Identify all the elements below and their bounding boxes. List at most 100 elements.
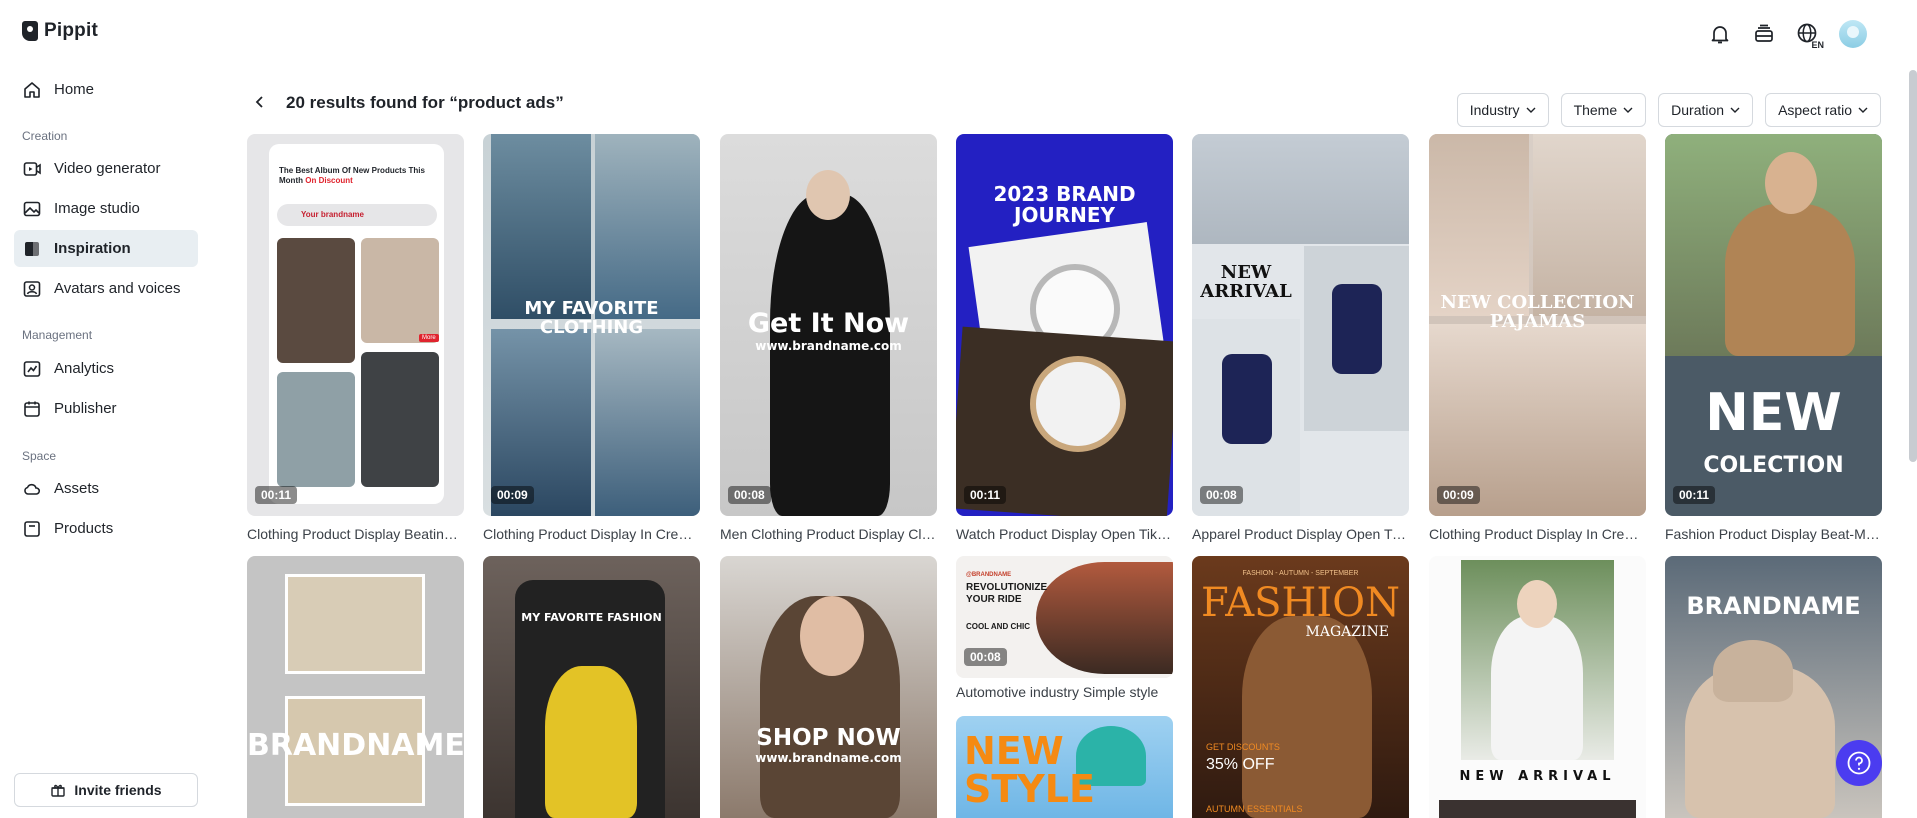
- thumbnail-headline: SHOP NOW: [756, 725, 901, 751]
- thumbnail-headline: NEW ARRIVAL: [1459, 769, 1616, 784]
- vertical-scrollbar[interactable]: [1909, 70, 1917, 462]
- template-thumbnail[interactable]: MY FAVORITE FASHION: [483, 556, 700, 818]
- photo-panel: [595, 134, 700, 319]
- sidebar-item-label: Image studio: [54, 200, 140, 217]
- template-thumbnail[interactable]: 2023 BRAND JOURNEY 00:11: [956, 134, 1173, 516]
- thumbnail-top-caption: FASHION - AUTUMN - SEPTEMBER: [1242, 570, 1359, 577]
- help-icon: [1847, 751, 1871, 775]
- analytics-icon: [23, 360, 41, 377]
- language-label: EN: [1811, 40, 1824, 50]
- sidebar-item-label: Avatars and voices: [54, 280, 181, 297]
- avatar-voice-icon: [23, 280, 41, 297]
- duration-badge: 00:11: [255, 486, 298, 504]
- photo-strip: [1439, 800, 1636, 818]
- filter-bar: Industry Theme Duration Aspect ratio: [1456, 93, 1881, 127]
- sidebar-item-video-generator[interactable]: Video generator: [14, 150, 198, 187]
- template-thumbnail[interactable]: The Best Album Of New Products This Mont…: [247, 134, 464, 516]
- sidebar-item-home[interactable]: Home: [14, 71, 198, 108]
- sidebar-item-label: Products: [54, 520, 114, 537]
- thumbnail-subheadline: COLECTION: [1703, 453, 1844, 478]
- photo-panel: [1533, 134, 1646, 316]
- beanie-image: [1713, 640, 1793, 702]
- model-figure: [545, 666, 637, 818]
- back-button[interactable]: [250, 92, 270, 112]
- mockup-heading: The Best Album Of New Products This Mont…: [279, 166, 425, 185]
- thumbnail-headline: NEW ARRIVAL: [1200, 262, 1292, 302]
- filter-industry[interactable]: Industry: [1456, 93, 1549, 127]
- filter-theme[interactable]: Theme: [1560, 93, 1647, 127]
- sidebar-item-analytics[interactable]: Analytics: [14, 350, 198, 387]
- section-label-space: Space: [22, 449, 57, 463]
- thumbnail-headline: MY FAVORITE FASHION: [521, 611, 662, 624]
- mockup-photo: [361, 238, 439, 343]
- photo-panel: [491, 134, 591, 319]
- notification-button[interactable]: [1707, 21, 1733, 47]
- thumbnail-footer: AUTUMN ESSENTIALS: [1206, 804, 1303, 814]
- filter-duration[interactable]: Duration: [1658, 93, 1754, 127]
- more-badge: More: [419, 334, 439, 342]
- thumbnail-headline: NEW: [1705, 383, 1842, 443]
- chevron-down-icon: [1858, 107, 1868, 113]
- template-thumbnail[interactable]: Get It Now www.brandname.com 00:08: [720, 134, 937, 516]
- calendar-icon: [24, 401, 40, 417]
- sidebar-item-assets[interactable]: Assets: [14, 470, 198, 507]
- template-thumbnail[interactable]: MY FAVORITE CLOTHING 00:09: [483, 134, 700, 516]
- language-button[interactable]: EN: [1795, 21, 1824, 50]
- sidebar-item-label: Inspiration: [54, 240, 131, 257]
- tshirt-image: [1222, 354, 1272, 444]
- brand-tag: @BRANDNAME: [966, 572, 1012, 578]
- sidebar-item-label: Publisher: [54, 400, 117, 417]
- template-thumbnail[interactable]: FASHION - AUTUMN - SEPTEMBER FASHION MAG…: [1192, 556, 1409, 818]
- model-figure: [770, 194, 890, 516]
- thumbnail-url: www.brandname.com: [755, 751, 902, 765]
- cloud-icon: [24, 483, 41, 495]
- filter-aspect-ratio[interactable]: Aspect ratio: [1765, 93, 1881, 127]
- invite-friends-label: Invite friends: [74, 782, 162, 798]
- sidebar-item-inspiration[interactable]: Inspiration: [14, 230, 198, 267]
- mockup-photo: [277, 238, 355, 363]
- photo-panel: [1429, 134, 1529, 316]
- thumbnail-url: www.brandname.com: [755, 339, 902, 353]
- template-title: Watch Product Display Open TikTok: [956, 526, 1173, 542]
- template-thumbnail[interactable]: BRANDNAME: [247, 556, 464, 818]
- template-thumbnail[interactable]: NEW ARRIVAL: [1429, 556, 1646, 818]
- sidebar-item-image-studio[interactable]: Image studio: [14, 190, 198, 227]
- duration-badge: 00:11: [964, 486, 1007, 504]
- template-thumbnail[interactable]: NEW COLECTION 00:11: [1665, 134, 1882, 516]
- stack-button[interactable]: [1751, 21, 1777, 47]
- logo[interactable]: Pippit: [22, 20, 98, 42]
- sidebar-item-products[interactable]: Products: [14, 510, 198, 547]
- sidebar: Pippit Home Creation Video generator Ima…: [0, 0, 212, 818]
- sidebar-item-publisher[interactable]: Publisher: [14, 390, 198, 427]
- chevron-down-icon: [1526, 107, 1536, 113]
- template-thumbnail[interactable]: @BRANDNAME REVOLUTIONIZE YOUR RIDE COOL …: [956, 556, 1173, 678]
- user-avatar[interactable]: [1839, 20, 1867, 48]
- phone-mockup: The Best Album Of New Products This Mont…: [269, 144, 444, 504]
- sidebar-item-label: Analytics: [54, 360, 115, 377]
- template-thumbnail[interactable]: SHOP NOW www.brandname.com: [720, 556, 937, 818]
- template-thumbnail[interactable]: NEW COLLECTION PAJAMAS 00:09: [1429, 134, 1646, 516]
- duration-badge: 00:08: [1200, 486, 1243, 504]
- video-generator-icon: [23, 161, 41, 176]
- template-title: Clothing Product Display Beating Trends: [247, 526, 464, 542]
- invite-friends-button[interactable]: Invite friends: [14, 773, 198, 807]
- model-head: [800, 596, 864, 676]
- thumbnail-headline: REVOLUTIONIZE YOUR RIDE: [966, 582, 1048, 605]
- mockup-search: Your brandname: [277, 204, 437, 226]
- photo-panel: [595, 329, 700, 516]
- thumbnail-headline: MY FAVORITE CLOTHING: [524, 298, 659, 338]
- section-label-management: Management: [22, 328, 93, 342]
- thumbnail-headline: BRANDNAME: [1686, 592, 1861, 620]
- model-figure: [1725, 204, 1855, 356]
- home-icon: [24, 81, 40, 98]
- template-thumbnail[interactable]: NEW STYLE: [956, 716, 1173, 818]
- help-button[interactable]: [1836, 740, 1882, 786]
- watch-image: [1030, 356, 1126, 452]
- mockup-photo: [361, 352, 439, 487]
- template-thumbnail[interactable]: NEW ARRIVAL 00:08: [1192, 134, 1409, 516]
- sidebar-item-avatars-and-voices[interactable]: Avatars and voices: [14, 270, 198, 307]
- top-bar-actions: EN: [1707, 20, 1867, 50]
- template-title: Automotive industry Simple style: [956, 684, 1159, 700]
- app-name: Pippit: [44, 20, 98, 41]
- product-box-icon: [24, 520, 40, 537]
